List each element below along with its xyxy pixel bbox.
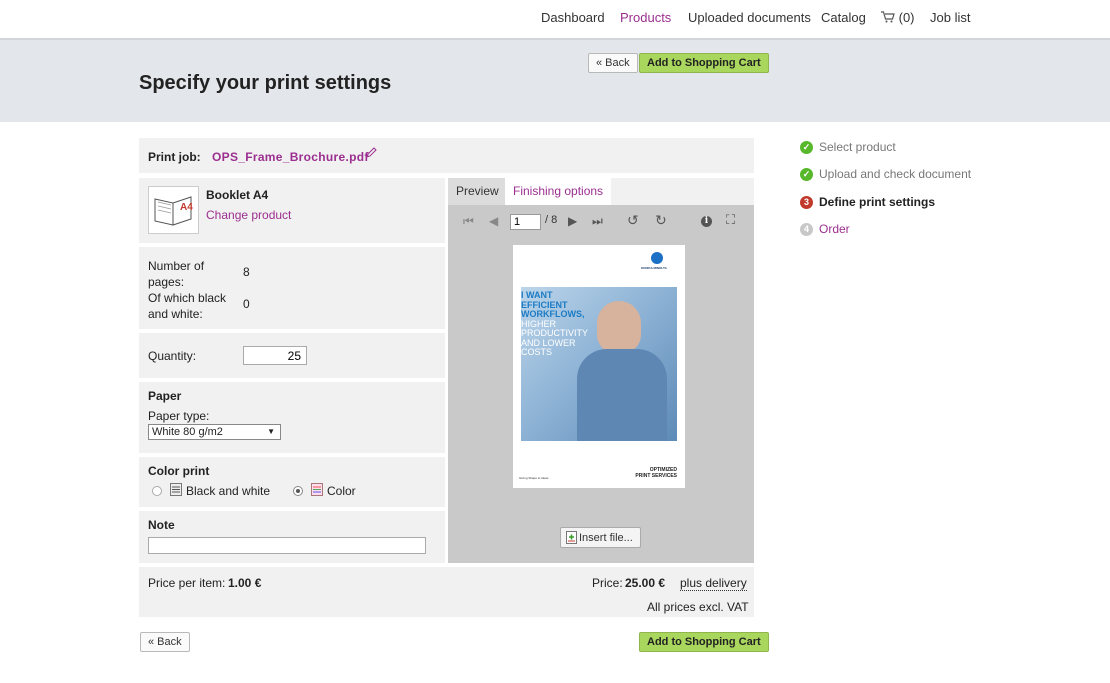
price-value: 25.00 € bbox=[625, 576, 666, 590]
thumbnail-size-label: A4 bbox=[180, 202, 193, 213]
color-print-title: Color print bbox=[148, 464, 210, 478]
first-page-icon[interactable]: ⏮ bbox=[463, 214, 474, 229]
info-icon[interactable]: i bbox=[701, 216, 712, 227]
brochure-headline: I WANT EFFICIENT WORKFLOWS, HIGHER PRODU… bbox=[521, 290, 588, 358]
step-1-check-icon: ✓ bbox=[800, 141, 813, 154]
photo-face bbox=[597, 301, 641, 353]
bw-document-icon bbox=[170, 483, 182, 496]
insert-file-label: Insert file... bbox=[579, 531, 633, 544]
add-to-cart-button-top[interactable]: Add to Shopping Cart bbox=[639, 53, 769, 73]
fullscreen-icon[interactable]: ⛶ bbox=[726, 212, 735, 228]
product-name: Booklet A4 bbox=[206, 188, 269, 202]
step-define-print-settings: Define print settings bbox=[819, 195, 936, 209]
note-title: Note bbox=[148, 518, 175, 532]
back-button-top[interactable]: « Back bbox=[588, 53, 638, 73]
tab-finishing-options[interactable]: Finishing options bbox=[505, 178, 612, 205]
print-job-label: Print job: bbox=[148, 150, 201, 164]
step-2-check-icon: ✓ bbox=[800, 168, 813, 181]
page-total: / 8 bbox=[545, 214, 558, 226]
price-label: Price: bbox=[592, 576, 623, 590]
cart-icon bbox=[881, 11, 895, 23]
previous-page-icon[interactable]: ◀ bbox=[489, 214, 498, 228]
change-product-link[interactable]: Change product bbox=[206, 208, 291, 222]
page-number-input[interactable] bbox=[510, 214, 541, 230]
quantity-label: Quantity: bbox=[148, 349, 197, 363]
subline-4: COSTS bbox=[521, 347, 553, 357]
radio-color[interactable] bbox=[293, 486, 303, 496]
color-document-icon bbox=[311, 483, 323, 496]
nav-job-list[interactable]: Job list bbox=[930, 10, 970, 25]
nav-dashboard[interactable]: Dashboard bbox=[541, 10, 605, 25]
print-job-filename[interactable]: OPS_Frame_Brochure.pdf bbox=[212, 150, 369, 164]
step-upload-document: Upload and check document bbox=[819, 167, 972, 181]
radio-black-and-white[interactable] bbox=[152, 486, 162, 496]
plus-delivery-link[interactable]: plus delivery bbox=[680, 576, 747, 591]
brochure-footer-left: Giving Shape to Ideas bbox=[519, 476, 549, 480]
back-button-bottom[interactable]: « Back bbox=[140, 632, 190, 652]
note-input[interactable] bbox=[148, 537, 426, 554]
brand-logo-icon bbox=[651, 252, 663, 264]
paper-type-selected: White 80 g/m2 bbox=[152, 426, 223, 438]
product-thumbnail: A4 bbox=[148, 186, 199, 234]
price-per-item-value: 1.00 € bbox=[228, 576, 262, 590]
quantity-input[interactable] bbox=[243, 346, 307, 365]
bw-pages-value: 0 bbox=[243, 297, 250, 311]
pencil-icon[interactable] bbox=[366, 147, 377, 161]
last-page-icon[interactable]: ⏭ bbox=[592, 214, 603, 229]
nav-products[interactable]: Products bbox=[620, 10, 671, 25]
paper-title: Paper bbox=[148, 389, 182, 403]
rotate-right-icon[interactable]: ↻ bbox=[655, 212, 667, 229]
black-and-white-label: Black and white bbox=[186, 484, 271, 498]
number-of-pages-label: Number of pages: bbox=[148, 259, 205, 289]
step-4-number-icon: 4 bbox=[800, 223, 813, 236]
add-to-cart-button-bottom[interactable]: Add to Shopping Cart bbox=[639, 632, 769, 652]
page-title: Specify your print settings bbox=[139, 72, 392, 94]
bw-pages-label: Of which black and white: bbox=[148, 291, 227, 321]
paper-type-select[interactable]: White 80 g/m2 ▼ bbox=[148, 424, 281, 440]
paper-type-label: Paper type: bbox=[148, 409, 210, 423]
brochure-footer-right: OPTIMIZED PRINT SERVICES bbox=[635, 467, 677, 479]
insert-file-icon bbox=[566, 531, 577, 547]
nav-catalog[interactable]: Catalog bbox=[821, 10, 866, 25]
top-navigation: Dashboard Products Uploaded documents Ca… bbox=[0, 0, 1110, 38]
photo-shirt bbox=[577, 349, 667, 441]
next-page-icon[interactable]: ▶ bbox=[568, 214, 577, 228]
nav-cart[interactable]: (0) bbox=[881, 10, 915, 25]
step-select-product: Select product bbox=[819, 140, 896, 154]
step-3-number-icon: 3 bbox=[800, 196, 813, 209]
rotate-left-icon[interactable]: ↺ bbox=[627, 212, 639, 229]
price-per-item-label: Price per item: bbox=[148, 576, 226, 590]
dropdown-arrow-icon: ▼ bbox=[267, 427, 275, 436]
color-label: Color bbox=[327, 484, 356, 498]
vat-note: All prices excl. VAT bbox=[647, 600, 749, 614]
brand-name: KONICA MINOLTA bbox=[641, 266, 667, 270]
tab-preview[interactable]: Preview bbox=[448, 178, 507, 205]
radio-color-dot bbox=[296, 489, 300, 493]
cart-count: (0) bbox=[898, 10, 915, 25]
nav-uploaded-documents[interactable]: Uploaded documents bbox=[688, 10, 811, 25]
number-of-pages-value: 8 bbox=[243, 265, 250, 279]
step-order[interactable]: Order bbox=[819, 222, 850, 236]
document-page-preview: KONICA MINOLTA I WANT EFFICIENT WORKFLOW… bbox=[513, 245, 685, 488]
footer-line-2: PRINT SERVICES bbox=[635, 473, 677, 479]
